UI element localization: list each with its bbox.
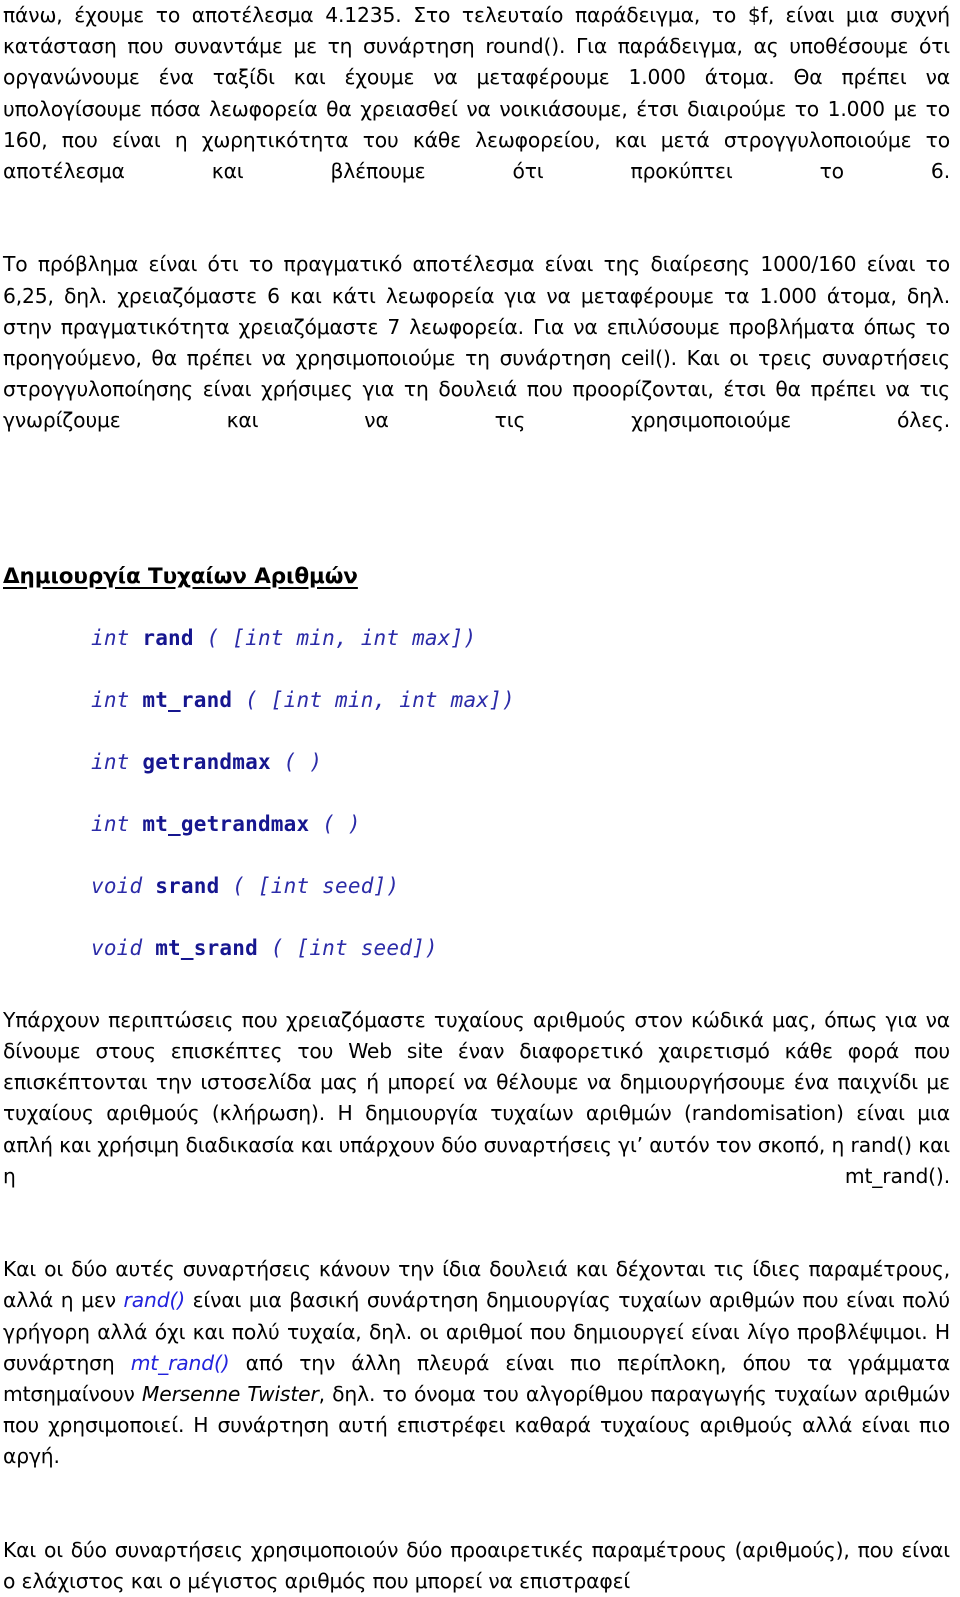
code-line-getrandmax: int getrandmax ( ) bbox=[91, 731, 950, 793]
emphasis-mersenne-twister: Mersenne Twister bbox=[141, 1382, 319, 1407]
paragraph-rounding-intro: πάνω, έχουμε το αποτέλεσμα 4.1235. Στο τ… bbox=[3, 3, 950, 184]
function-name-mt-getrandmax: mt_getrandmax bbox=[142, 811, 310, 836]
function-name-mt-srand: mt_srand bbox=[155, 935, 258, 960]
inline-function-mt-rand: mt_rand() bbox=[130, 1350, 230, 1375]
return-type-int: int bbox=[91, 625, 130, 650]
section-heading-random-numbers: Δημιουργία Τυχαίων Αριθμών bbox=[3, 563, 358, 589]
code-line-srand: void srand ( [int seed]) bbox=[91, 855, 950, 917]
function-args-getrandmax: ( ) bbox=[283, 749, 323, 774]
function-args-srand: ( [int seed]) bbox=[232, 873, 400, 898]
code-line-mt-srand: void mt_srand ( [int seed]) bbox=[91, 917, 950, 979]
function-name-getrandmax: getrandmax bbox=[142, 749, 271, 774]
code-line-rand: int rand ( [int min, int max]) bbox=[91, 607, 950, 669]
function-args-rand: ( [int min, int max]) bbox=[206, 625, 477, 650]
function-args-mt-srand: ( [int seed]) bbox=[270, 935, 438, 960]
paragraph-random-use-cases: Υπάρχουν περιπτώσεις που χρειαζόμαστε τυ… bbox=[3, 1007, 950, 1188]
code-line-mt-rand: int mt_rand ( [int min, int max]) bbox=[91, 669, 950, 731]
inline-function-rand: rand() bbox=[123, 1288, 186, 1313]
return-type-int: int bbox=[91, 811, 130, 836]
post-heading-spacer bbox=[3, 589, 950, 607]
paragraph-optional-parameters: Και οι δύο συναρτήσεις χρησιμοποιούν δύο… bbox=[3, 1537, 950, 1594]
function-name-rand: rand bbox=[142, 625, 194, 650]
document-page: πάνω, έχουμε το αποτέλεσμα 4.1235. Στο τ… bbox=[0, 0, 960, 1593]
return-type-int: int bbox=[91, 749, 130, 774]
return-type-void: void bbox=[91, 873, 143, 898]
paragraph-rand-vs-mtrand: Και οι δύο αυτές συναρτήσεις κάνουν την … bbox=[3, 1254, 950, 1504]
function-args-mt-getrandmax: ( ) bbox=[322, 811, 361, 836]
paragraph-ceil-explanation: Το πρόβλημα είναι ότι το πραγματικό αποτ… bbox=[3, 252, 950, 433]
function-signature-list: int rand ( [int min, int max]) int mt_ra… bbox=[3, 607, 950, 979]
function-name-mt-rand: mt_rand bbox=[142, 687, 233, 712]
post-code-spacer bbox=[3, 979, 950, 1005]
heading-spacer bbox=[3, 468, 950, 564]
return-type-int: int bbox=[91, 687, 130, 712]
code-line-mt-getrandmax: int mt_getrandmax ( ) bbox=[91, 793, 950, 855]
function-name-srand: srand bbox=[155, 873, 220, 898]
function-args-mt-rand: ( [int min, int max]) bbox=[245, 687, 515, 712]
return-type-void: void bbox=[91, 935, 143, 960]
